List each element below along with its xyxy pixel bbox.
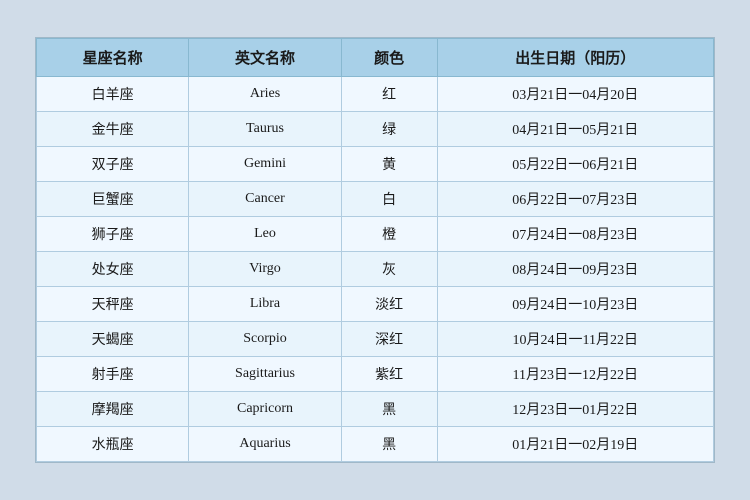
- cell-english-name: Leo: [189, 217, 341, 252]
- table-row: 金牛座Taurus绿04月21日一05月21日: [37, 112, 714, 147]
- cell-english-name: Libra: [189, 287, 341, 322]
- table-row: 双子座Gemini黄05月22日一06月21日: [37, 147, 714, 182]
- table-row: 摩羯座Capricorn黑12月23日一01月22日: [37, 392, 714, 427]
- table-row: 处女座Virgo灰08月24日一09月23日: [37, 252, 714, 287]
- cell-color: 灰: [341, 252, 437, 287]
- header-color: 颜色: [341, 39, 437, 77]
- cell-chinese-name: 白羊座: [37, 77, 189, 112]
- table-row: 天蝎座Scorpio深红10月24日一11月22日: [37, 322, 714, 357]
- cell-english-name: Aries: [189, 77, 341, 112]
- header-english-name: 英文名称: [189, 39, 341, 77]
- cell-english-name: Taurus: [189, 112, 341, 147]
- cell-color: 白: [341, 182, 437, 217]
- header-chinese-name: 星座名称: [37, 39, 189, 77]
- cell-chinese-name: 天蝎座: [37, 322, 189, 357]
- table-row: 白羊座Aries红03月21日一04月20日: [37, 77, 714, 112]
- cell-dates: 07月24日一08月23日: [437, 217, 713, 252]
- cell-english-name: Aquarius: [189, 427, 341, 462]
- table-row: 天秤座Libra淡红09月24日一10月23日: [37, 287, 714, 322]
- cell-dates: 12月23日一01月22日: [437, 392, 713, 427]
- cell-dates: 10月24日一11月22日: [437, 322, 713, 357]
- cell-color: 黑: [341, 392, 437, 427]
- cell-chinese-name: 处女座: [37, 252, 189, 287]
- zodiac-table: 星座名称 英文名称 颜色 出生日期（阳历） 白羊座Aries红03月21日一04…: [36, 38, 714, 462]
- cell-chinese-name: 狮子座: [37, 217, 189, 252]
- cell-dates: 04月21日一05月21日: [437, 112, 713, 147]
- table-body: 白羊座Aries红03月21日一04月20日金牛座Taurus绿04月21日一0…: [37, 77, 714, 462]
- cell-english-name: Virgo: [189, 252, 341, 287]
- cell-color: 绿: [341, 112, 437, 147]
- table-row: 射手座Sagittarius紫红11月23日一12月22日: [37, 357, 714, 392]
- cell-dates: 03月21日一04月20日: [437, 77, 713, 112]
- cell-chinese-name: 摩羯座: [37, 392, 189, 427]
- header-dates: 出生日期（阳历）: [437, 39, 713, 77]
- cell-dates: 06月22日一07月23日: [437, 182, 713, 217]
- cell-english-name: Cancer: [189, 182, 341, 217]
- cell-color: 红: [341, 77, 437, 112]
- cell-dates: 08月24日一09月23日: [437, 252, 713, 287]
- cell-color: 淡红: [341, 287, 437, 322]
- cell-dates: 11月23日一12月22日: [437, 357, 713, 392]
- cell-color: 深红: [341, 322, 437, 357]
- cell-chinese-name: 射手座: [37, 357, 189, 392]
- table-row: 狮子座Leo橙07月24日一08月23日: [37, 217, 714, 252]
- cell-dates: 09月24日一10月23日: [437, 287, 713, 322]
- cell-color: 紫红: [341, 357, 437, 392]
- cell-chinese-name: 天秤座: [37, 287, 189, 322]
- cell-chinese-name: 金牛座: [37, 112, 189, 147]
- cell-english-name: Gemini: [189, 147, 341, 182]
- cell-dates: 01月21日一02月19日: [437, 427, 713, 462]
- cell-chinese-name: 巨蟹座: [37, 182, 189, 217]
- cell-color: 黄: [341, 147, 437, 182]
- cell-chinese-name: 水瓶座: [37, 427, 189, 462]
- cell-english-name: Capricorn: [189, 392, 341, 427]
- cell-english-name: Scorpio: [189, 322, 341, 357]
- cell-chinese-name: 双子座: [37, 147, 189, 182]
- cell-english-name: Sagittarius: [189, 357, 341, 392]
- table-row: 巨蟹座Cancer白06月22日一07月23日: [37, 182, 714, 217]
- table-row: 水瓶座Aquarius黑01月21日一02月19日: [37, 427, 714, 462]
- cell-color: 黑: [341, 427, 437, 462]
- table-header-row: 星座名称 英文名称 颜色 出生日期（阳历）: [37, 39, 714, 77]
- cell-dates: 05月22日一06月21日: [437, 147, 713, 182]
- zodiac-table-container: 星座名称 英文名称 颜色 出生日期（阳历） 白羊座Aries红03月21日一04…: [35, 37, 715, 463]
- cell-color: 橙: [341, 217, 437, 252]
